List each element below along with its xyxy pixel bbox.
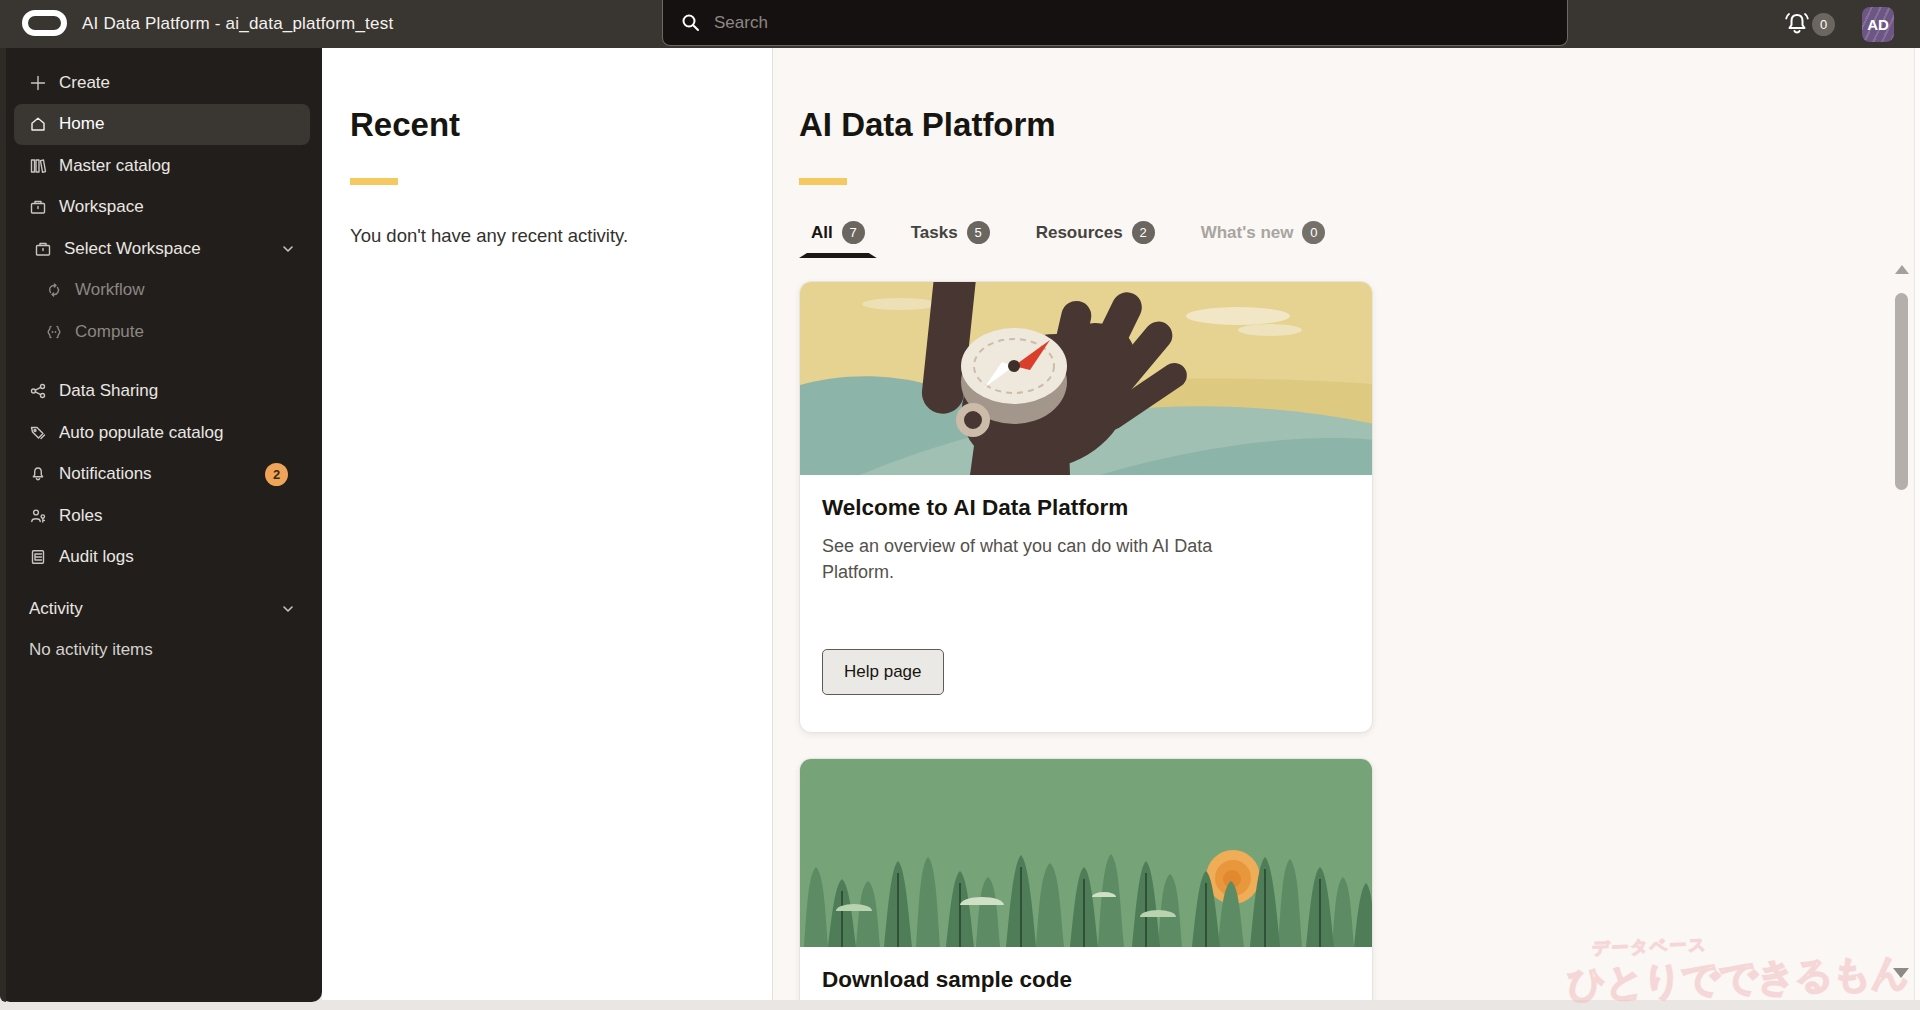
app-title: AI Data Platform - ai_data_platform_test [82,14,393,34]
chevron-down-icon [280,241,296,257]
share-icon [29,382,47,400]
tag-icon [29,424,47,442]
sidebar: Create Home Master catalog Workspace Sel… [0,48,322,1002]
hand-holding-compass-illustration [800,282,1373,475]
sidebar-item-workspace[interactable]: Workspace [14,187,310,229]
top-bar: AI Data Platform - ai_data_platform_test… [0,0,1920,48]
scrollbar-up-arrow[interactable] [1895,265,1909,274]
search-icon [681,13,700,32]
sidebar-item-master-catalog[interactable]: Master catalog [14,145,310,187]
bell-count-badge: 0 [1812,13,1835,36]
sidebar-item-compute[interactable]: Compute [14,311,310,353]
sidebar-section-activity[interactable]: Activity [14,588,310,630]
tab-tasks-count: 5 [967,221,990,244]
braces-icon [45,323,63,341]
recent-empty-text: You don't have any recent activity. [350,225,772,247]
recent-title: Recent [350,106,772,144]
sidebar-item-audit-logs[interactable]: Audit logs [14,537,310,579]
welcome-card: Welcome to AI Data Platform See an overv… [799,281,1373,733]
scrollbar-track[interactable] [1914,48,1920,1000]
avatar[interactable]: AD [1862,7,1894,42]
plus-icon [29,74,47,92]
library-icon [29,157,47,175]
workflow-icon [45,281,63,299]
sample-code-card-title: Download sample code [822,967,1350,993]
notifications-count-badge: 2 [265,463,288,486]
sidebar-item-data-sharing[interactable]: Data Sharing [14,371,310,413]
tab-resources[interactable]: Resources 2 [1024,221,1167,258]
app-window: AI Data Platform - ai_data_platform_test… [0,0,1920,1010]
home-title: AI Data Platform [799,106,1914,144]
tab-bar: All 7 Tasks 5 Resources 2 What's new 0 [799,221,1914,258]
home-panel: AI Data Platform All 7 Tasks 5 Resources… [773,48,1914,1000]
sidebar-item-select-workspace[interactable]: Select Workspace [14,228,310,270]
scrollbar-thumb[interactable] [1895,293,1908,490]
briefcase-icon [29,198,47,216]
tab-whats-new-count: 0 [1302,221,1325,244]
recent-panel: Recent You don't have any recent activit… [322,48,772,1000]
home-accent-bar [799,178,847,185]
briefcase-icon [34,240,52,258]
scrollbar-down-arrow[interactable] [1893,968,1909,978]
sidebar-item-notifications[interactable]: Notifications 2 [14,454,310,496]
search-bar[interactable] [662,0,1568,46]
recent-accent-bar [350,178,398,185]
tab-all[interactable]: All 7 [799,221,877,258]
audit-logs-icon [29,548,47,566]
sample-code-card: Download sample code [799,758,1373,1000]
tab-tasks[interactable]: Tasks 5 [899,221,1002,258]
bell-icon [29,465,47,483]
home-icon [29,115,47,133]
tab-resources-count: 2 [1132,221,1155,244]
sidebar-activity-empty: No activity items [14,630,310,672]
sidebar-item-roles[interactable]: Roles [14,495,310,537]
sidebar-item-workflow[interactable]: Workflow [14,270,310,312]
roles-icon [29,507,47,525]
help-page-button[interactable]: Help page [822,649,944,695]
sidebar-edge [0,48,6,1002]
oracle-logo[interactable] [22,10,67,36]
sidebar-item-create[interactable]: Create [14,62,310,104]
notifications-bell-icon[interactable] [1783,10,1811,40]
search-input[interactable] [714,13,1514,33]
welcome-card-description: See an overview of what you can do with … [822,533,1272,585]
sidebar-item-home[interactable]: Home [14,104,310,146]
chevron-down-icon [280,601,296,617]
forest-with-sun-illustration [800,759,1373,947]
tab-all-count: 7 [842,221,865,244]
tab-whats-new[interactable]: What's new 0 [1189,221,1338,258]
welcome-card-title: Welcome to AI Data Platform [822,495,1350,521]
sidebar-item-auto-populate-catalog[interactable]: Auto populate catalog [14,412,310,454]
